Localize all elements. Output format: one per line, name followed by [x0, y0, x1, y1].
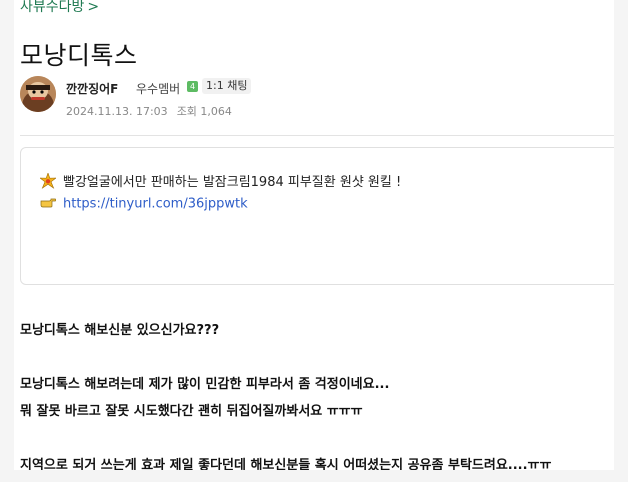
author-grade: 우수멤버 — [136, 82, 181, 96]
header-divider — [20, 135, 614, 136]
body-paragraph-2: 모낭디톡스 해보려는데 제가 많이 민감한 피부라서 좀 걱정이네요... — [20, 377, 390, 392]
window-edge-left — [0, 0, 14, 482]
pointing-hand-icon — [40, 196, 58, 212]
body-paragraph-1: 모낭디톡스 해보신분 있으신가요??? — [20, 323, 220, 338]
ad-text: 빨강얼굴에서만 판매하는 발잠크림1984 피부질환 원샷 원킬 ! — [63, 175, 402, 190]
body-paragraph-3: 뭐 잘못 바르고 잘못 시도했다간 괜히 뒤집어질까봐서요 ㅠㅠㅠ — [20, 404, 363, 419]
ad-link-line[interactable]: https://tinyurl.com/36jppwtk — [40, 196, 248, 212]
post-card: 사뷰수다방 > 모낭디톡스 깐깐징어F 우수멤버 4 1:1 채팅 2024.11… — [14, 0, 614, 470]
ad-text-line: 빨강얼굴에서만 판매하는 발잠크림1984 피부질환 원샷 원킬 ! — [39, 171, 402, 193]
avatar[interactable] — [20, 76, 56, 112]
view-count: 조회 1,064 — [176, 105, 232, 118]
author-nickname[interactable]: 깐깐징어F — [66, 80, 118, 97]
window-edge-bottom — [0, 470, 628, 482]
breadcrumb[interactable]: 사뷰수다방 > — [20, 0, 99, 16]
ad-box — [20, 147, 614, 285]
page-title: 모낭디톡스 — [20, 41, 138, 70]
chat-button[interactable]: 1:1 채팅 — [202, 78, 252, 94]
post-meta: 2024.11.13. 17:03 조회 1,064 — [66, 103, 232, 119]
window-edge-right — [614, 0, 628, 482]
level-badge-icon: 4 — [187, 81, 198, 92]
ad-link[interactable]: https://tinyurl.com/36jppwtk — [63, 197, 248, 212]
chevron-right-icon: > — [87, 0, 100, 15]
breadcrumb-label[interactable]: 사뷰수다방 — [20, 0, 84, 15]
body-paragraph-4: 지역으로 되거 쓰는게 효과 제일 좋다던데 해보신분들 혹시 어떠셨는지 공유… — [20, 458, 552, 470]
sparkle-icon — [39, 171, 58, 193]
post-date: 2024.11.13. 17:03 — [66, 105, 168, 118]
